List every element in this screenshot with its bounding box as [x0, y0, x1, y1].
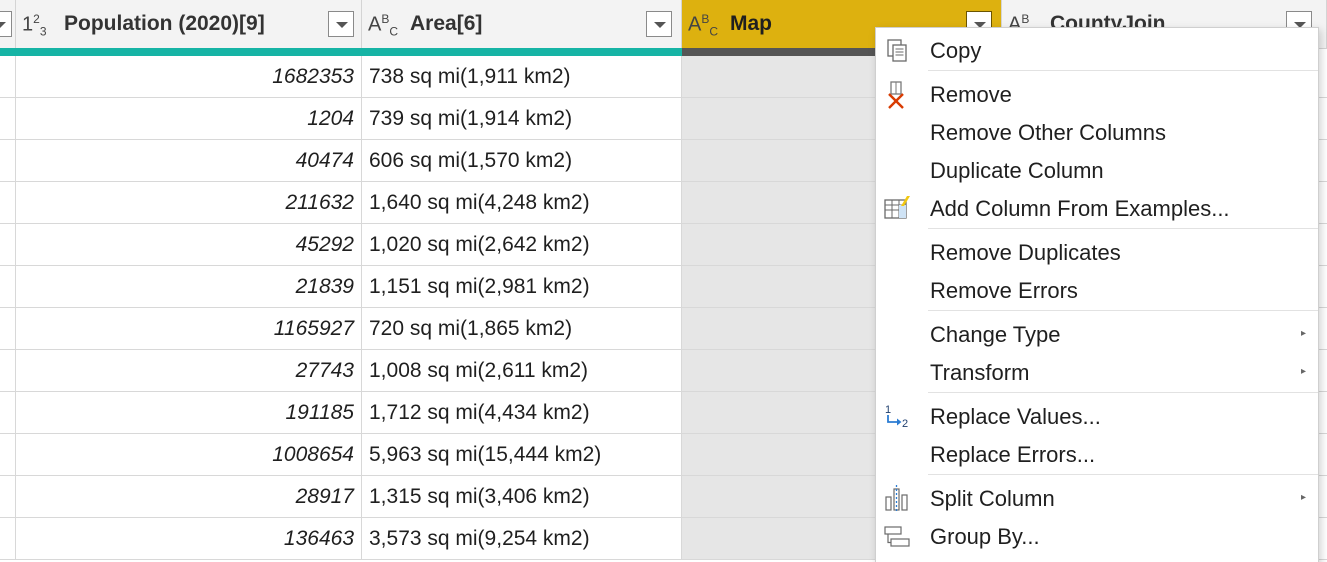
area-cell[interactable]: 1,151 sq mi(2,981 km2) — [362, 266, 682, 307]
submenu-arrow-icon: ▸ — [1300, 366, 1306, 377]
menu-item-split-column[interactable]: Split Column ▸ — [876, 480, 1318, 518]
population-cell[interactable]: 28917 — [16, 476, 362, 517]
area-cell[interactable]: 1,315 sq mi(3,406 km2) — [362, 476, 682, 517]
menu-separator — [928, 70, 1318, 71]
menu-item-label: Group By... — [930, 524, 1040, 549]
menu-separator — [928, 474, 1318, 475]
menu-separator — [928, 310, 1318, 311]
menu-item-label: Replace Values... — [930, 404, 1101, 429]
column-quality-bar — [0, 48, 682, 56]
menu-item-add-column-from-examples[interactable]: Add Column From Examples... — [876, 190, 1318, 228]
population-cell[interactable]: 21839 — [16, 266, 362, 307]
filter-dropdown-button[interactable] — [646, 11, 672, 37]
column-context-menu: Copy Remove Remove Other Columns Duplica… — [875, 27, 1319, 562]
area-cell[interactable]: 1,020 sq mi(2,642 km2) — [362, 224, 682, 265]
area-cell[interactable]: 5,963 sq mi(15,444 km2) — [362, 434, 682, 475]
menu-item-transform[interactable]: Transform ▸ — [876, 354, 1318, 392]
menu-item-remove[interactable]: Remove — [876, 76, 1318, 114]
population-cell[interactable]: 45292 — [16, 224, 362, 265]
menu-item-label: Replace Errors... — [930, 442, 1096, 467]
copy-icon — [887, 39, 907, 62]
area-cell[interactable]: 720 sq mi(1,865 km2) — [362, 308, 682, 349]
text-type-icon[interactable]: ABC — [368, 12, 398, 39]
population-cell[interactable]: 1008654 — [16, 434, 362, 475]
area-cell[interactable]: 738 sq mi(1,911 km2) — [362, 56, 682, 97]
area-cell[interactable]: 3,573 sq mi(9,254 km2) — [362, 518, 682, 559]
menu-item-label: Change Type — [930, 322, 1061, 347]
column-header-area[interactable]: ABC Area[6] — [362, 0, 682, 48]
menu-item-change-type[interactable]: Change Type ▸ — [876, 316, 1318, 354]
area-cell[interactable]: 739 sq mi(1,914 km2) — [362, 98, 682, 139]
population-cell[interactable]: 40474 — [16, 140, 362, 181]
column-header-population[interactable]: 123 Population (2020)[9] — [16, 0, 362, 48]
menu-separator — [928, 392, 1318, 393]
filter-dropdown-button[interactable] — [0, 11, 12, 37]
menu-item-label: Transform — [930, 360, 1030, 385]
menu-item-label: Duplicate Column — [930, 158, 1104, 183]
text-type-icon[interactable]: ABC — [688, 12, 718, 39]
population-cell[interactable]: 191185 — [16, 392, 362, 433]
svg-text:2: 2 — [902, 418, 908, 430]
split-column-icon — [885, 485, 908, 513]
area-cell[interactable]: 606 sq mi(1,570 km2) — [362, 140, 682, 181]
add-column-from-examples-icon — [884, 196, 910, 219]
menu-item-label: Split Column — [930, 486, 1055, 511]
menu-item-label: Remove Errors — [930, 278, 1078, 303]
population-cell[interactable]: 1165927 — [16, 308, 362, 349]
column-title: Population (2020)[9] — [64, 12, 265, 35]
population-cell[interactable]: 27743 — [16, 350, 362, 391]
area-cell[interactable]: 1,008 sq mi(2,611 km2) — [362, 350, 682, 391]
menu-item-replace-errors[interactable]: Replace Errors... — [876, 436, 1318, 474]
menu-item-remove-duplicates[interactable]: Remove Duplicates — [876, 234, 1318, 272]
whole-number-type-icon[interactable]: 123 — [22, 12, 47, 39]
filter-dropdown-button[interactable] — [328, 11, 354, 37]
menu-item-group-by[interactable]: Group By... — [876, 518, 1318, 556]
area-cell[interactable]: 1,640 sq mi(4,248 km2) — [362, 182, 682, 223]
population-cell[interactable]: 211632 — [16, 182, 362, 223]
menu-item-label: Add Column From Examples... — [930, 196, 1230, 221]
submenu-arrow-icon: ▸ — [1300, 492, 1306, 503]
menu-item-remove-errors[interactable]: Remove Errors — [876, 272, 1318, 310]
menu-item-duplicate-column[interactable]: Duplicate Column — [876, 152, 1318, 190]
menu-item-label: Remove Other Columns — [930, 120, 1166, 145]
submenu-arrow-icon: ▸ — [1300, 328, 1306, 339]
population-cell[interactable]: 136463 — [16, 518, 362, 559]
svg-text:1: 1 — [885, 404, 891, 416]
menu-item-copy[interactable]: Copy — [876, 32, 1318, 70]
menu-item-label: Copy — [930, 38, 982, 63]
column-title: Area[6] — [410, 12, 483, 35]
replace-values-icon: 1 2 — [885, 404, 908, 430]
menu-separator — [928, 228, 1318, 229]
power-query-grid-view: 123 Population (2020)[9] ABC Area[6] ABC… — [0, 0, 1327, 562]
remove-column-icon — [888, 81, 904, 109]
population-cell[interactable]: 1682353 — [16, 56, 362, 97]
population-cell[interactable]: 1204 — [16, 98, 362, 139]
group-by-icon — [884, 526, 910, 547]
column-header-prev[interactable] — [0, 0, 16, 48]
menu-item-replace-values[interactable]: 1 2 Replace Values... — [876, 398, 1318, 436]
column-quality-bar-map — [682, 48, 877, 56]
menu-item-label: Remove — [930, 82, 1012, 107]
column-title: Map — [730, 12, 772, 35]
menu-item-remove-other-columns[interactable]: Remove Other Columns — [876, 114, 1318, 152]
area-cell[interactable]: 1,712 sq mi(4,434 km2) — [362, 392, 682, 433]
menu-item-label: Remove Duplicates — [930, 240, 1121, 265]
